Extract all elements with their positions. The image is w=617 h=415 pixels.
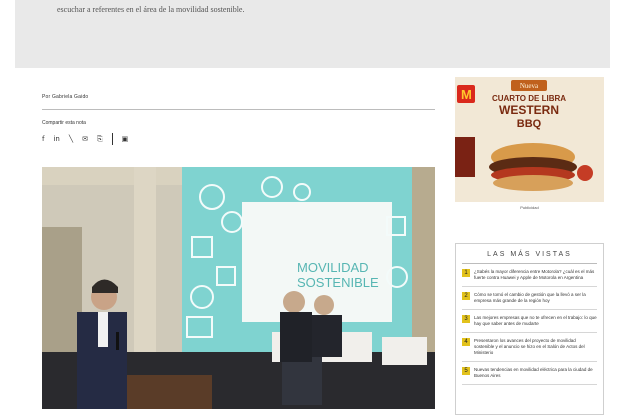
share-label: Compartir esta nota — [42, 120, 86, 126]
most-viewed-item[interactable]: 4 Presentaron los avances del proyecto d… — [462, 333, 597, 362]
most-viewed-widget: LAS MÁS VISTAS 1 ¿Sabés la mayor diferen… — [455, 243, 604, 415]
email-icon[interactable]: ✉ — [82, 135, 88, 143]
screen-text-line1: MOVILIDAD — [297, 260, 369, 275]
rank-badge: 4 — [462, 338, 470, 346]
ad-headline-1: CUARTO DE LIBRA — [492, 94, 566, 103]
mcdonalds-logo: M — [461, 87, 472, 102]
ad-tag: Nueva — [520, 82, 539, 90]
copy-link-icon[interactable]: ⎘ — [97, 135, 103, 144]
most-viewed-headline[interactable]: ¿Sabés la mayor diferencia entre Motorol… — [474, 269, 597, 281]
ad-headline-3: BBQ — [517, 118, 542, 130]
grey-header-band: escuchar a referentes en el área de la m… — [15, 0, 610, 68]
share-separator — [111, 133, 113, 145]
most-viewed-headline[interactable]: Presentaron los avances del proyecto de … — [474, 338, 597, 356]
ad-headline-2: WESTERN — [499, 103, 559, 117]
divider — [42, 109, 435, 110]
rank-badge: 2 — [462, 292, 470, 300]
advertisement-banner[interactable]: M Nueva CUARTO DE LIBRA WESTERN BBQ — [455, 77, 604, 202]
bookmark-icon[interactable]: ▣ — [122, 135, 129, 143]
article-lead-text: escuchar a referentes en el área de la m… — [57, 5, 245, 14]
rank-badge: 3 — [462, 315, 470, 323]
facebook-icon[interactable]: f — [42, 135, 44, 143]
most-viewed-item[interactable]: 1 ¿Sabés la mayor diferencia entre Motor… — [462, 264, 597, 287]
rank-badge: 1 — [462, 269, 470, 277]
most-viewed-headline[interactable]: Las mejores empresas que no te ofrecen e… — [474, 315, 597, 327]
article-photo: MOVILIDAD SOSTENIBLE — [42, 167, 435, 409]
ad-caption: Publicidad — [520, 205, 539, 210]
author-byline[interactable]: Por Gabriela Gaido — [42, 94, 88, 100]
most-viewed-item[interactable]: 5 Nuevas tendencias en movilidad eléctri… — [462, 362, 597, 385]
screen-text-line2: SOSTENIBLE — [297, 275, 379, 290]
most-viewed-headline[interactable]: Nuevas tendencias en movilidad eléctrica… — [474, 367, 597, 379]
share-bar: f in ╲ ✉ ⎘ ▣ — [42, 133, 128, 145]
linkedin-icon[interactable]: in — [53, 135, 59, 143]
most-viewed-headline[interactable]: Cómo se tomó el cambio de gestión que la… — [474, 292, 597, 304]
most-viewed-item[interactable]: 3 Las mejores empresas que no te ofrecen… — [462, 310, 597, 333]
most-viewed-item[interactable]: 2 Cómo se tomó el cambio de gestión que … — [462, 287, 597, 310]
rank-badge: 5 — [462, 367, 470, 375]
x-icon[interactable]: ╲ — [69, 135, 73, 143]
most-viewed-title: LAS MÁS VISTAS — [487, 251, 572, 258]
